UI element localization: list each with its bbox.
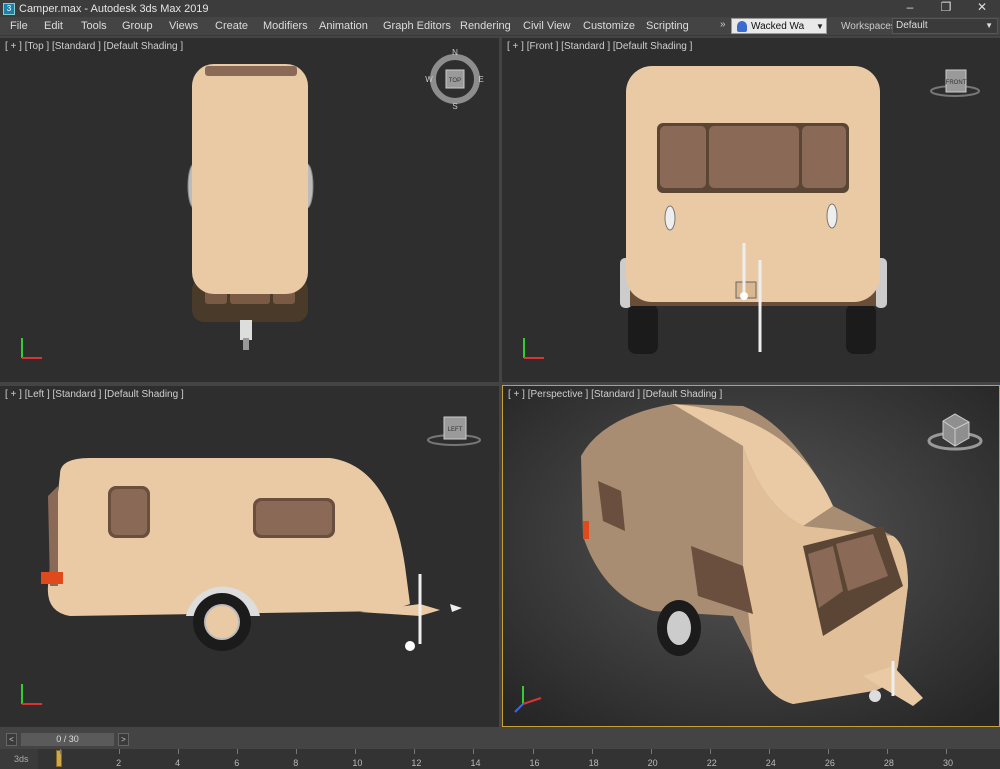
- camper-top-view: [187, 64, 314, 350]
- timeline: < 0 / 30 > 3ds 2 4 6 8 10 12 14 16 18 20 22 24 26 28 3…: [0, 729, 1000, 769]
- viewcube-top[interactable]: TOP N S W E: [425, 48, 483, 111]
- chevron-down-icon: ▼: [816, 21, 824, 31]
- top-view-canvas: TOP N S W E: [21, 48, 484, 359]
- next-frame-button[interactable]: >: [118, 732, 129, 746]
- menu-edit[interactable]: Edit: [44, 20, 63, 32]
- timeline-tick-label: 30: [943, 758, 954, 768]
- user-account-dropdown[interactable]: Wacked Wa ▼: [731, 18, 827, 34]
- compass-w: W: [425, 75, 433, 84]
- camper-left-view: [41, 458, 462, 651]
- maximize-button[interactable]: ❐: [928, 0, 964, 17]
- axis-tripod-icon: [523, 338, 544, 359]
- timeline-tick: [886, 749, 888, 754]
- menu-graph-editors[interactable]: Graph Editors: [383, 20, 451, 32]
- timeline-tick: [768, 749, 770, 754]
- menu-modifiers[interactable]: Modifiers: [263, 20, 308, 32]
- menu-civil-view[interactable]: Civil View: [523, 20, 570, 32]
- app-window: 3 Camper.max - Autodesk 3ds Max 2019 – ❐…: [0, 0, 1000, 769]
- user-icon: [737, 20, 747, 32]
- timeline-tick: [473, 749, 475, 754]
- timeline-tick: [946, 749, 947, 754]
- menu-scripting[interactable]: Scripting: [646, 20, 689, 32]
- viewport-label-top[interactable]: [ + ] [Top ] [Standard ] [Default Shadin…: [5, 41, 183, 52]
- timeline-tick-label: 4: [175, 758, 181, 768]
- menu-tools[interactable]: Tools: [81, 20, 107, 32]
- timeline-tick-label: 16: [529, 758, 540, 768]
- menu-views[interactable]: Views: [169, 20, 198, 32]
- menu-overflow-chevron-icon[interactable]: »: [720, 19, 726, 30]
- 3ds-max-icon[interactable]: 3: [3, 2, 15, 15]
- timeline-tick-label: 28: [883, 758, 894, 768]
- viewcube-face-top: TOP: [449, 78, 461, 84]
- frame-counter[interactable]: 0 / 30: [21, 732, 114, 746]
- axis-tripod-icon: [21, 684, 42, 705]
- timeline-tick: [414, 749, 416, 754]
- perspective-view-canvas: [503, 386, 999, 726]
- timeline-tick: [60, 749, 61, 754]
- menu-animation[interactable]: Animation: [319, 20, 368, 32]
- workspaces-select[interactable]: Default ▼: [892, 18, 998, 34]
- workspaces-value: Default: [896, 20, 928, 31]
- timeline-corner: 3ds: [0, 749, 38, 769]
- user-name: Wacked Wa: [751, 20, 805, 32]
- timeline-tick: [650, 749, 652, 754]
- viewcube-left[interactable]: LEFT: [427, 416, 481, 446]
- time-slider[interactable]: < 0 / 30 >: [6, 731, 130, 747]
- timeline-tick: [355, 749, 357, 754]
- timeline-tick-label: 14: [470, 758, 481, 768]
- viewport-label-perspective[interactable]: [ + ] [Perspective ] [Standard ] [Defaul…: [508, 389, 722, 400]
- timeline-tick-label: 2: [116, 758, 122, 768]
- timeline-track[interactable]: 3ds 2 4 6 8 10 12 14 16 18 20 22 24 26 28 30: [0, 749, 1000, 769]
- timeline-tick-label: 6: [234, 758, 240, 768]
- window-title: Camper.max - Autodesk 3ds Max 2019: [19, 2, 209, 15]
- viewport-left[interactable]: [ + ] [Left ] [Standard ] [Default Shadi…: [0, 386, 499, 727]
- compass-n: N: [452, 48, 458, 57]
- viewport-label-left[interactable]: [ + ] [Left ] [Standard ] [Default Shadi…: [5, 389, 184, 400]
- timeline-tick: [709, 749, 711, 754]
- timeline-tick: [532, 749, 534, 754]
- left-view-canvas: LEFT: [21, 416, 481, 705]
- menu-group[interactable]: Group: [122, 20, 153, 32]
- viewport-perspective[interactable]: [ + ] [Perspective ] [Standard ] [Defaul…: [502, 385, 1000, 727]
- timeline-tick: [827, 749, 829, 754]
- timeline-tick-label: 8: [293, 758, 299, 768]
- axis-tripod-icon: [21, 338, 42, 359]
- front-view-canvas: FRONT: [523, 66, 980, 359]
- timeline-tick-label: 22: [706, 758, 717, 768]
- viewport-top[interactable]: [ + ] [Top ] [Standard ] [Default Shadin…: [0, 38, 499, 382]
- viewport-label-front[interactable]: [ + ] [Front ] [Standard ] [Default Shad…: [507, 41, 692, 52]
- menu-file[interactable]: File: [10, 20, 28, 32]
- minimize-button[interactable]: –: [892, 0, 928, 17]
- menu-rendering[interactable]: Rendering: [460, 20, 511, 32]
- timeline-tick: [178, 749, 180, 754]
- viewcube-face-front: FRONT: [946, 80, 967, 86]
- viewcube-front[interactable]: FRONT: [930, 69, 980, 97]
- timeline-tick-label: 18: [588, 758, 599, 768]
- workspaces-label: Workspaces:: [841, 21, 899, 32]
- timeline-tick-label: 26: [824, 758, 835, 768]
- prev-frame-button[interactable]: <: [6, 732, 17, 746]
- viewcube-face-left: LEFT: [448, 427, 463, 433]
- title-bar: 3 Camper.max - Autodesk 3ds Max 2019 – ❐…: [0, 0, 1000, 17]
- timeline-tick-label: 20: [647, 758, 658, 768]
- compass-s: S: [452, 102, 457, 111]
- chevron-down-icon: ▼: [985, 21, 993, 30]
- close-button[interactable]: ✕: [964, 0, 1000, 17]
- timeline-tick: [591, 749, 593, 754]
- timeline-tick-label: 12: [411, 758, 422, 768]
- viewport-front[interactable]: [ + ] [Front ] [Standard ] [Default Shad…: [502, 38, 1000, 382]
- timeline-tick: [119, 749, 121, 754]
- camper-front-view: [620, 66, 887, 354]
- compass-e: E: [478, 75, 483, 84]
- menu-customize[interactable]: Customize: [583, 20, 635, 32]
- timeline-tick-label: 10: [352, 758, 363, 768]
- timeline-tick: [237, 749, 239, 754]
- time-slider-handle[interactable]: [56, 750, 62, 767]
- timeline-tick: [296, 749, 298, 754]
- menu-bar: File Edit Tools Group Views Create Modif…: [0, 17, 1000, 36]
- timeline-tick-label: 24: [765, 758, 776, 768]
- menu-create[interactable]: Create: [215, 20, 248, 32]
